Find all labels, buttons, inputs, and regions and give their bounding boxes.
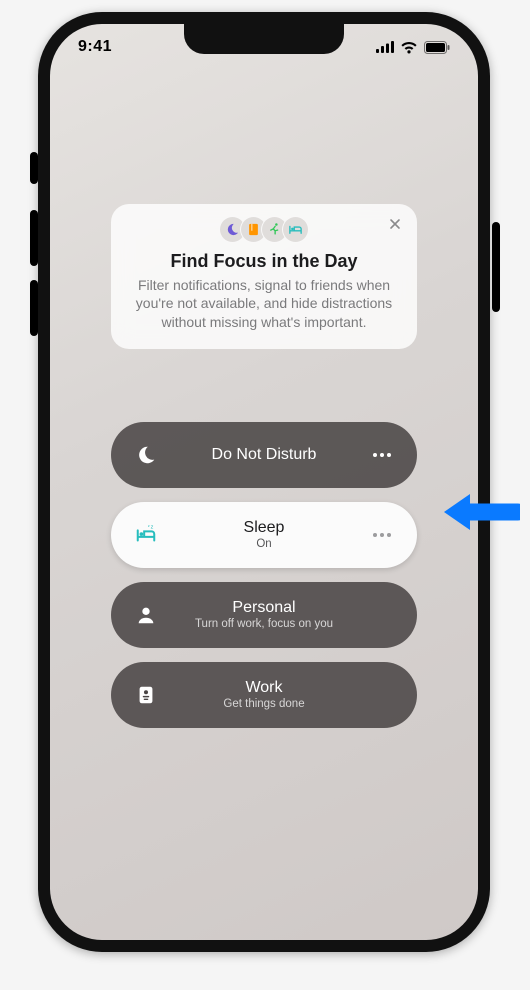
focus-label-group: Work Get things done bbox=[159, 679, 369, 711]
tip-body: Filter notifications, signal to friends … bbox=[129, 276, 399, 331]
focus-personal[interactable]: Personal Turn off work, focus on you bbox=[111, 582, 417, 648]
more-icon[interactable] bbox=[369, 522, 395, 548]
annotation-arrow-icon bbox=[440, 488, 520, 541]
person-icon bbox=[133, 602, 159, 628]
focus-label-group: Personal Turn off work, focus on you bbox=[159, 599, 369, 631]
phone-power-button bbox=[492, 222, 500, 312]
tip-title: Find Focus in the Day bbox=[129, 251, 399, 272]
focus-label: Sleep bbox=[244, 519, 285, 537]
focus-sleep[interactable]: zz Sleep On bbox=[111, 502, 417, 568]
focus-label: Work bbox=[245, 679, 282, 697]
focus-sublabel: Get things done bbox=[223, 698, 304, 711]
screen: 9:41 bbox=[50, 24, 478, 940]
phone-volume-down bbox=[30, 280, 38, 336]
svg-text:z: z bbox=[148, 524, 150, 528]
focus-sublabel: On bbox=[256, 538, 271, 551]
phone-volume-up bbox=[30, 210, 38, 266]
focus-work[interactable]: Work Get things done bbox=[111, 662, 417, 728]
focus-label-group: Sleep On bbox=[159, 519, 369, 551]
focus-label: Personal bbox=[232, 599, 295, 617]
bed-icon: zz bbox=[133, 522, 159, 548]
battery-icon bbox=[424, 41, 450, 54]
tip-icon-row bbox=[129, 216, 399, 243]
focus-label: Do Not Disturb bbox=[212, 446, 317, 464]
phone-mute-switch bbox=[30, 152, 38, 184]
focus-do-not-disturb[interactable]: Do Not Disturb bbox=[111, 422, 417, 488]
more-icon[interactable] bbox=[369, 442, 395, 468]
bed-icon bbox=[282, 216, 309, 243]
status-icons bbox=[376, 41, 450, 54]
cellular-icon bbox=[376, 41, 394, 53]
notch bbox=[184, 24, 344, 54]
phone-frame: 9:41 bbox=[38, 12, 490, 952]
focus-sublabel: Turn off work, focus on you bbox=[195, 618, 333, 631]
focus-tip-card: Find Focus in the Day Filter notificatio… bbox=[111, 204, 417, 349]
close-icon[interactable] bbox=[385, 214, 405, 234]
badge-icon bbox=[133, 682, 159, 708]
status-time: 9:41 bbox=[78, 38, 112, 56]
focus-list: Do Not Disturb zz Sleep On bbox=[111, 422, 417, 728]
focus-label-group: Do Not Disturb bbox=[159, 446, 369, 464]
svg-text:z: z bbox=[151, 525, 154, 531]
wifi-icon bbox=[400, 41, 418, 54]
moon-icon bbox=[133, 442, 159, 468]
